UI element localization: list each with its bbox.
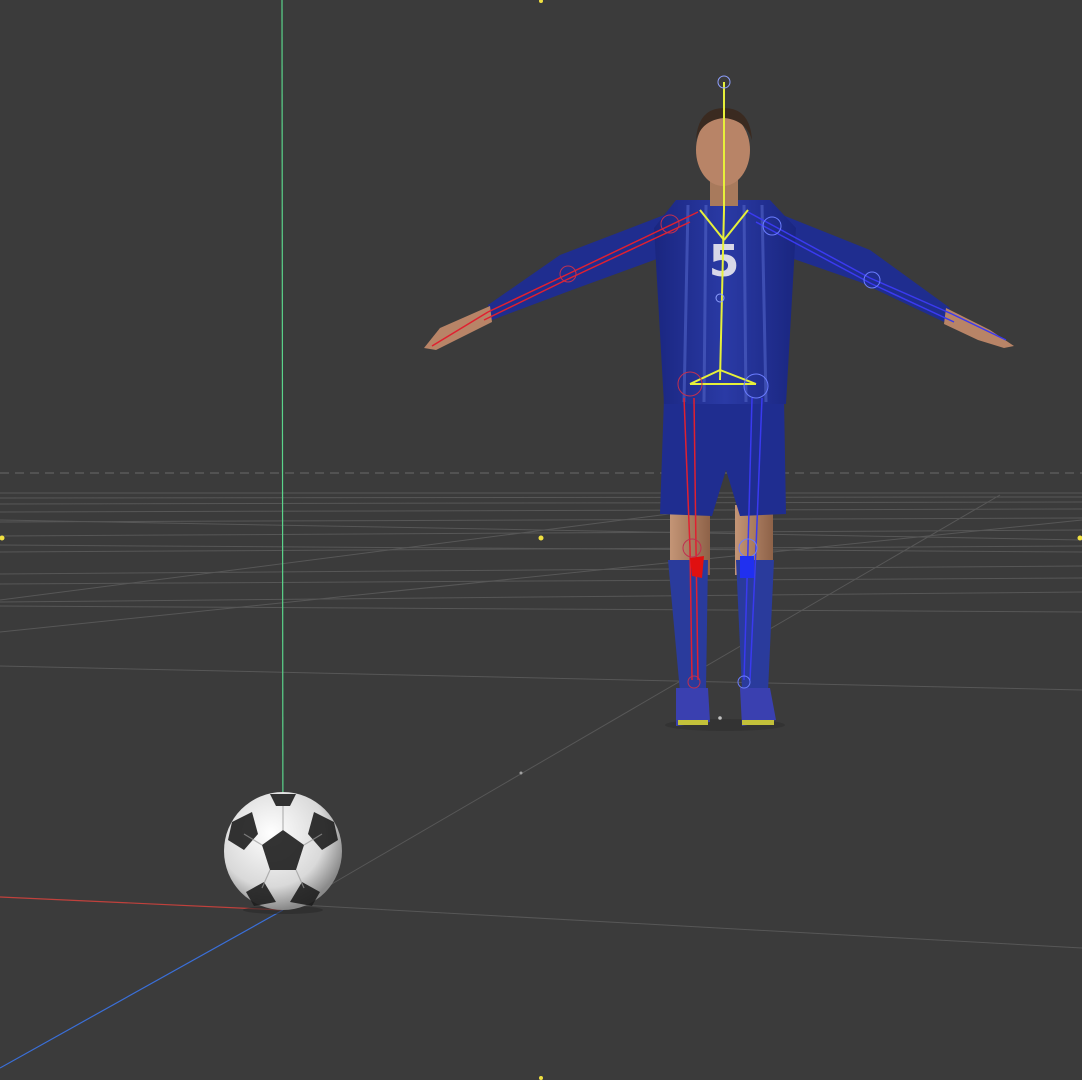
ground-grid xyxy=(0,492,1082,949)
right-arm xyxy=(768,210,950,322)
right-hand xyxy=(944,308,1014,348)
z-axis-line xyxy=(0,909,284,1069)
character-model[interactable]: 5 xyxy=(424,75,1014,731)
viewport-canvas[interactable]: 5 xyxy=(0,0,1082,1080)
left-sock xyxy=(668,560,708,692)
left-hand xyxy=(424,306,492,350)
x-axis-line xyxy=(0,896,284,911)
3d-viewport[interactable]: 5 xyxy=(0,0,1082,1080)
y-axis-line xyxy=(281,0,284,906)
jersey xyxy=(654,200,796,404)
soccer-ball-icon[interactable] xyxy=(224,792,342,914)
shorts xyxy=(660,398,786,516)
